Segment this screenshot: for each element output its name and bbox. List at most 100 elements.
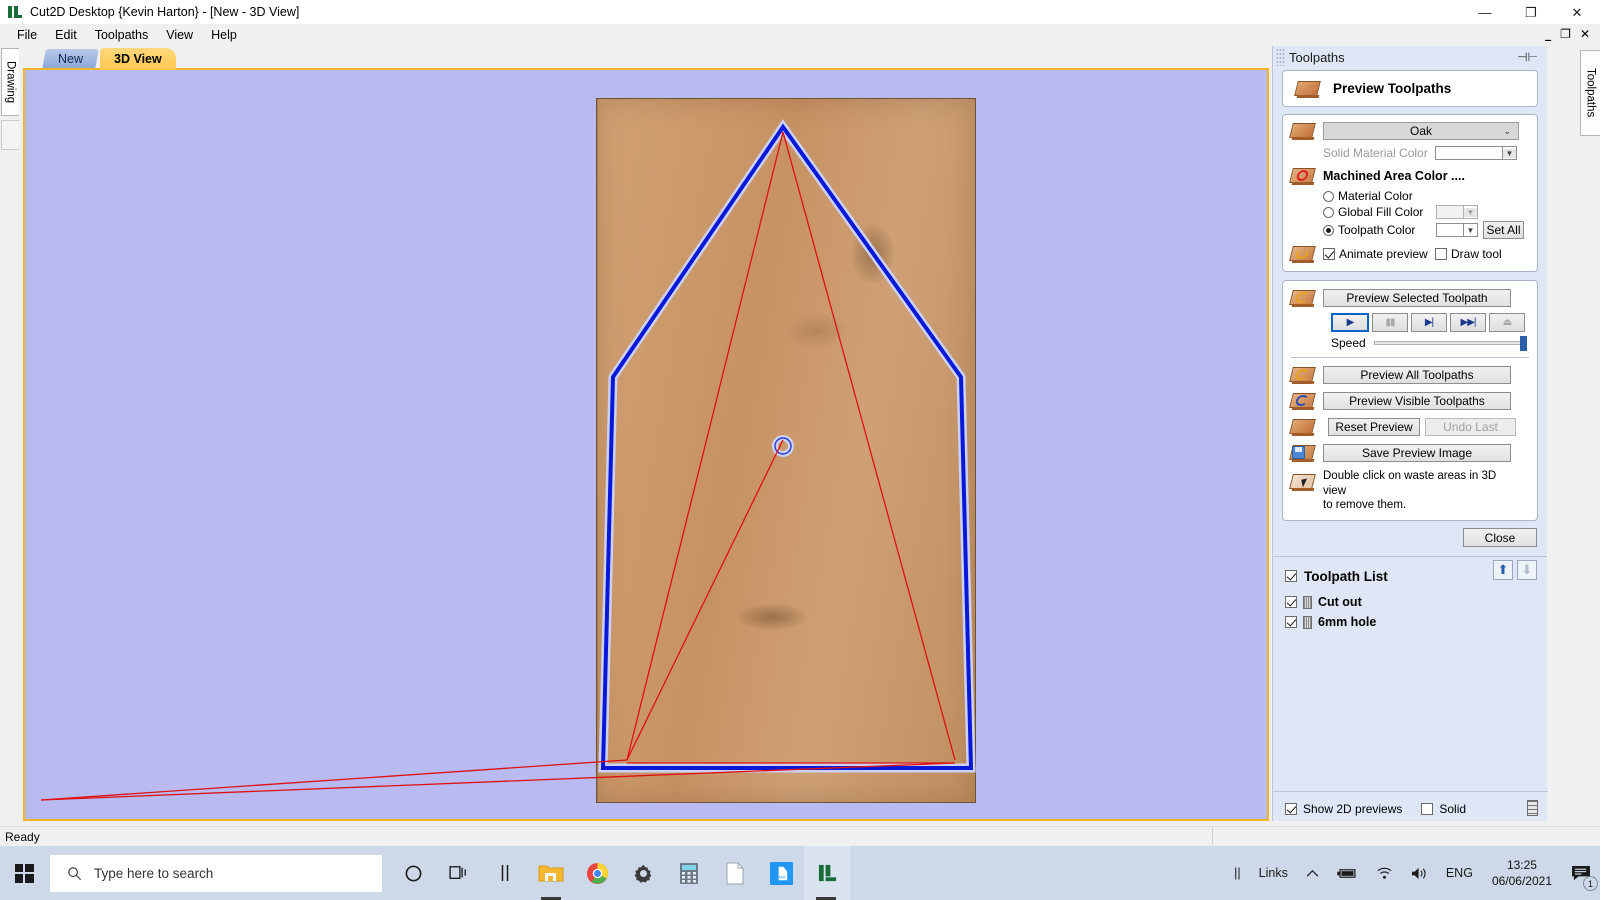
sidebar-tab-secondary[interactable] <box>1 120 19 150</box>
sidebar-tab-toolpaths[interactable]: Toolpaths <box>1580 50 1600 136</box>
speed-slider-thumb[interactable] <box>1520 336 1527 351</box>
tray-handle-icon[interactable]: || <box>1225 846 1250 900</box>
speed-label: Speed <box>1331 336 1366 350</box>
radio-toolpath-color[interactable] <box>1323 225 1334 236</box>
toolpath-list-title: Toolpath List <box>1304 569 1388 584</box>
volume-icon[interactable] <box>1402 846 1437 900</box>
draw-tool-label: Draw tool <box>1451 247 1502 261</box>
move-up-button[interactable]: ⬆ <box>1493 560 1513 580</box>
window-title: Cut2D Desktop {Kevin Harton} - [New - 3D… <box>30 5 299 19</box>
links-label[interactable]: Links <box>1250 846 1297 900</box>
animate-preview-checkbox[interactable] <box>1323 248 1335 260</box>
tab-new[interactable]: New <box>42 49 99 69</box>
global-fill-color-picker[interactable]: ▼ <box>1436 205 1478 219</box>
sidebar-tab-toolpaths-label: Toolpaths <box>1585 68 1597 117</box>
tab-3d-view-label: 3D View <box>114 52 162 66</box>
preview-toolpaths-label: Preview Toolpaths <box>1333 81 1451 96</box>
animate-preview-label: Animate preview <box>1339 247 1435 261</box>
mdi-window-controls: _ ❐ ✕ <box>1545 24 1596 44</box>
toolpath-list-checkbox[interactable] <box>1285 570 1297 582</box>
fast-forward-button[interactable]: ▶▶| <box>1450 313 1486 332</box>
speed-slider[interactable] <box>1374 341 1525 345</box>
router-bit-icon <box>1295 78 1321 100</box>
panel-title: Toolpaths <box>1289 50 1345 65</box>
material-select-value: Oak <box>1410 124 1432 138</box>
pin-icon[interactable]: ⊣⊢ <box>1517 50 1538 64</box>
window-controls: — ❐ ✕ <box>1462 0 1600 24</box>
mdi-minimize-button[interactable]: _ <box>1545 28 1551 40</box>
solid-slider-icon[interactable] <box>1527 800 1538 816</box>
panel-drag-grip[interactable] <box>1276 48 1285 66</box>
chevron-down-icon: ⌄ <box>1503 126 1511 137</box>
cortana-icon[interactable] <box>390 846 436 900</box>
blue-app-icon[interactable]: RAR <box>758 846 804 900</box>
close-panel-button[interactable]: Close <box>1463 528 1537 547</box>
list-item[interactable]: Cut out <box>1273 592 1547 612</box>
toolpath-color-picker[interactable]: ▼ <box>1436 223 1478 237</box>
draw-tool-checkbox[interactable] <box>1435 248 1447 260</box>
pause-icon: ▮▮ <box>1385 317 1394 328</box>
document-icon[interactable] <box>712 846 758 900</box>
menu-toolpaths[interactable]: Toolpaths <box>86 25 158 45</box>
pinned-bars-icon[interactable] <box>482 846 528 900</box>
solid-label: Solid <box>1439 802 1466 816</box>
tab-3d-view[interactable]: 3D View <box>100 48 176 70</box>
cut2d-icon[interactable] <box>804 846 850 900</box>
close-button[interactable]: ✕ <box>1554 0 1600 24</box>
taskbar: Type here to search <box>0 846 1600 900</box>
solid-material-color-picker[interactable]: ▼ <box>1435 146 1517 160</box>
play-button[interactable]: ▶ <box>1331 313 1369 332</box>
search-input[interactable]: Type here to search <box>50 855 382 892</box>
language-indicator[interactable]: ENG <box>1437 846 1482 900</box>
menu-edit[interactable]: Edit <box>46 25 86 45</box>
menu-help[interactable]: Help <box>202 25 246 45</box>
preview-all-toolpaths-button[interactable]: Preview All Toolpaths <box>1323 366 1511 384</box>
radio-material-color[interactable] <box>1323 191 1334 202</box>
settings-gear-icon[interactable] <box>620 846 666 900</box>
move-down-button[interactable]: ⬇ <box>1517 560 1537 580</box>
show-2d-previews-checkbox[interactable] <box>1285 803 1297 815</box>
wifi-icon[interactable] <box>1367 846 1402 900</box>
toolpath-item-checkbox[interactable] <box>1285 616 1297 628</box>
toolpath-item-checkbox[interactable] <box>1285 596 1297 608</box>
preview-selected-icon <box>1290 287 1316 309</box>
stop-to-end-icon: ⏏ <box>1503 317 1511 328</box>
animate-preview-icon <box>1290 243 1316 265</box>
menu-file[interactable]: File <box>8 25 46 45</box>
step-button[interactable]: ▶| <box>1411 313 1447 332</box>
mdi-close-button[interactable]: ✕ <box>1580 28 1590 40</box>
radio-global-fill-color[interactable] <box>1323 207 1334 218</box>
undo-last-button[interactable]: Undo Last <box>1425 418 1516 436</box>
sidebar-tab-drawing[interactable]: Drawing <box>1 48 19 116</box>
set-all-button[interactable]: Set All <box>1483 221 1524 239</box>
preview-all-icon <box>1290 364 1316 386</box>
endmill-tool-icon <box>1303 596 1312 609</box>
task-view-icon[interactable] <box>436 846 482 900</box>
calculator-icon[interactable] <box>666 846 712 900</box>
chevron-up-icon[interactable] <box>1297 846 1328 900</box>
stop-to-end-button[interactable]: ⏏ <box>1489 313 1525 332</box>
preview-visible-toolpaths-button[interactable]: Preview Visible Toolpaths <box>1323 392 1511 410</box>
minimize-button[interactable]: — <box>1462 0 1508 24</box>
clock[interactable]: 13:25 06/06/2021 <box>1482 846 1562 900</box>
system-tray: || Links <box>1225 846 1600 900</box>
file-explorer-icon[interactable] <box>528 846 574 900</box>
save-preview-image-button[interactable]: Save Preview Image <box>1323 444 1511 462</box>
material-select[interactable]: Oak ⌄ <box>1323 122 1519 140</box>
battery-icon[interactable] <box>1328 846 1367 900</box>
maximize-button[interactable]: ❐ <box>1508 0 1554 24</box>
notifications-icon[interactable]: 1 <box>1562 846 1600 900</box>
status-separator <box>1212 827 1213 845</box>
windows-start-icon[interactable] <box>0 846 48 900</box>
mdi-restore-button[interactable]: ❐ <box>1560 28 1571 40</box>
list-item[interactable]: 6mm hole <box>1273 612 1547 632</box>
preview-selected-toolpath-button[interactable]: Preview Selected Toolpath <box>1323 289 1511 307</box>
pause-button[interactable]: ▮▮ <box>1372 313 1408 332</box>
save-preview-image-icon <box>1290 442 1316 464</box>
reset-preview-button[interactable]: Reset Preview <box>1328 418 1420 436</box>
view-3d-canvas[interactable] <box>23 68 1269 821</box>
chrome-icon[interactable] <box>574 846 620 900</box>
solid-material-color-label: Solid Material Color <box>1323 146 1435 160</box>
solid-checkbox[interactable] <box>1421 803 1433 815</box>
menu-view[interactable]: View <box>157 25 202 45</box>
